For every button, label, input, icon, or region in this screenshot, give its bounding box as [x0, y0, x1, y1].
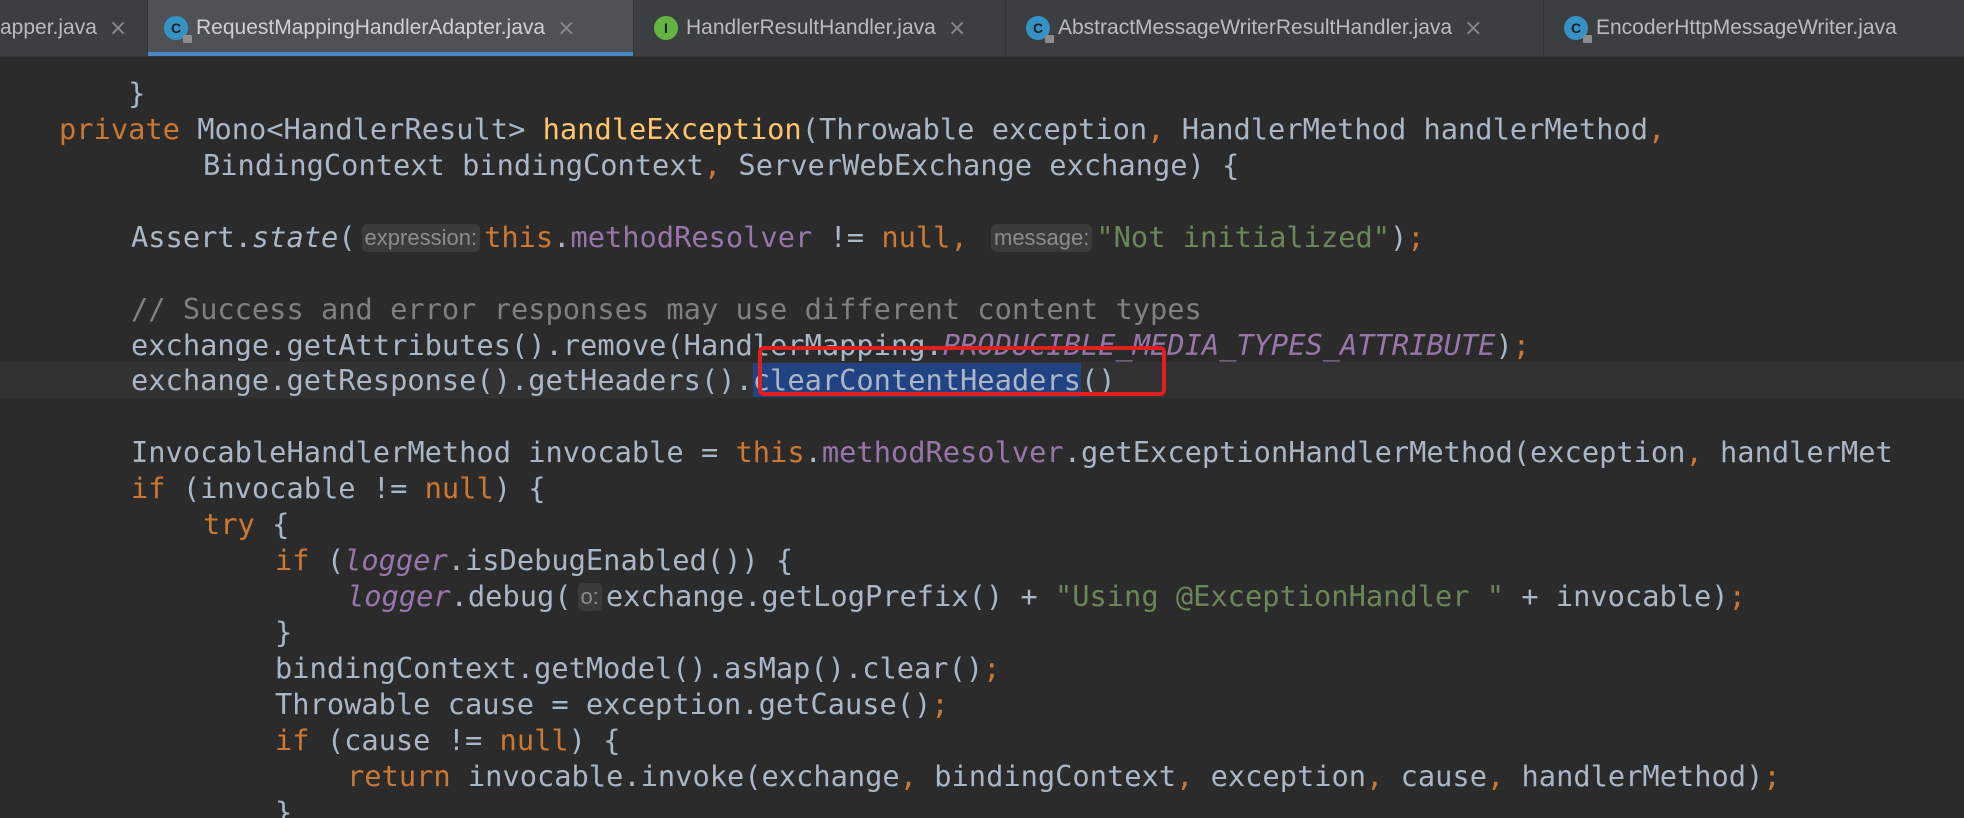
close-icon[interactable]: ×	[1464, 16, 1482, 41]
tab-request-mapping-handler-adapter[interactable]: C RequestMappingHandlerAdapter.java ×	[148, 0, 634, 56]
code-line-assert: Assert.state(expression: this.methodResol…	[131, 220, 1425, 254]
tab-abstract-message-writer-result-handler[interactable]: C AbstractMessageWriterResultHandler.jav…	[1006, 0, 1544, 56]
code-line-method-signature: private Mono<HandlerResult> handleExcept…	[59, 112, 1666, 146]
param-hint-message: message:	[991, 224, 1093, 252]
code-line-invocable: InvocableHandlerMethod invocable = this.…	[131, 435, 1893, 469]
code-line-close-brace-2: }	[275, 795, 293, 818]
close-icon[interactable]: ×	[948, 16, 966, 41]
code-line-comment: // Success and error responses may use d…	[131, 292, 1202, 326]
class-icon: C	[1564, 16, 1592, 43]
code-line-logger-debug: logger.debug(o: exchange.getLogPrefix() +…	[347, 579, 1746, 613]
code-line-close-brace: }	[275, 615, 293, 649]
code-line-if-invocable: if (invocable != null) {	[131, 471, 546, 505]
code-line-clear-model: bindingContext.getModel().asMap().clear(…	[275, 651, 1001, 685]
abstract-class-icon: C	[1026, 16, 1054, 43]
method-name: handleException	[542, 112, 802, 146]
class-icon: C	[164, 16, 192, 43]
code-line-return-invoke: return invocable.invoke(exchange, bindin…	[347, 759, 1781, 793]
lock-icon	[183, 35, 192, 43]
code-line-get-cause: Throwable cause = exception.getCause();	[275, 687, 949, 721]
tab-label: apper.java	[0, 16, 97, 39]
param-hint-expression: expression:	[361, 224, 481, 252]
lock-icon	[1583, 35, 1592, 43]
code-line-if-cause: if (cause != null) {	[275, 723, 621, 757]
code-line-try: try {	[203, 507, 290, 541]
param-hint-o: o:	[577, 583, 602, 611]
code-line-method-params: BindingContext bindingContext, ServerWeb…	[203, 148, 1240, 182]
tab-handler-mapping-partial[interactable]: apper.java ×	[0, 0, 148, 56]
tab-label: AbstractMessageWriterResultHandler.java	[1058, 16, 1453, 39]
highlight-annotation-box	[758, 346, 1166, 396]
lock-icon	[1045, 35, 1054, 43]
code-line-1: }	[128, 76, 146, 110]
tab-label: HandlerResultHandler.java	[686, 16, 936, 39]
tab-label: EncoderHttpMessageWriter.java	[1596, 16, 1897, 39]
close-icon[interactable]: ×	[557, 16, 575, 41]
interface-icon: I	[654, 16, 678, 40]
tab-label: RequestMappingHandlerAdapter.java	[196, 16, 546, 39]
code-editor[interactable]: } private Mono<HandlerResult> handleExce…	[0, 57, 1964, 818]
code-line-if-debug: if (logger.isDebugEnabled()) {	[275, 543, 794, 577]
tab-encoder-http-message-writer[interactable]: C EncoderHttpMessageWriter.java	[1544, 0, 1964, 56]
tab-handler-result-handler[interactable]: I HandlerResultHandler.java ×	[634, 0, 1006, 56]
editor-tab-bar: apper.java × C RequestMappingHandlerAdap…	[0, 0, 1964, 57]
close-icon[interactable]: ×	[109, 16, 127, 41]
